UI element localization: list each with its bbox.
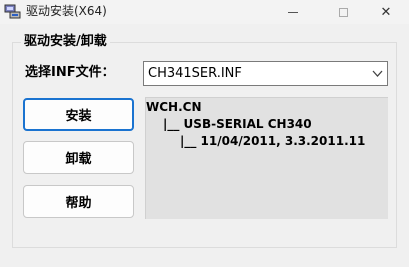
uninstall-button[interactable]: 卸载 bbox=[23, 141, 134, 174]
uninstall-button-label: 卸载 bbox=[65, 152, 92, 167]
close-button[interactable]: ✕ bbox=[363, 0, 409, 24]
install-button[interactable]: 安装 bbox=[23, 98, 134, 131]
minimize-button[interactable] bbox=[270, 0, 316, 24]
inf-file-label: 选择INF文件： bbox=[25, 65, 115, 80]
title-bar: 驱动安装(X64) ✕ bbox=[0, 0, 409, 24]
inf-file-value: CH341SER.INF bbox=[148, 66, 242, 81]
app-icon bbox=[4, 4, 21, 19]
driver-info-panel: WCH.CN |__ USB-SERIAL CH340 |__ 11/04/20… bbox=[145, 97, 388, 219]
help-button-label: 帮助 bbox=[65, 196, 92, 211]
minimize-icon bbox=[288, 11, 298, 13]
maximize-icon bbox=[338, 7, 348, 17]
group-title: 驱动安装/卸载 bbox=[21, 34, 110, 50]
info-device: |__ USB-SERIAL CH340 bbox=[163, 117, 312, 131]
chevron-down-icon bbox=[372, 70, 383, 77]
help-button[interactable]: 帮助 bbox=[23, 185, 134, 218]
inf-file-select[interactable]: CH341SER.INF bbox=[143, 61, 388, 86]
maximize-button[interactable] bbox=[320, 0, 366, 24]
info-version: |__ 11/04/2011, 3.3.2011.11 bbox=[180, 134, 366, 148]
close-icon: ✕ bbox=[380, 4, 392, 20]
info-vendor: WCH.CN bbox=[146, 100, 202, 114]
window-title: 驱动安装(X64) bbox=[26, 4, 107, 18]
install-button-label: 安装 bbox=[65, 109, 92, 124]
